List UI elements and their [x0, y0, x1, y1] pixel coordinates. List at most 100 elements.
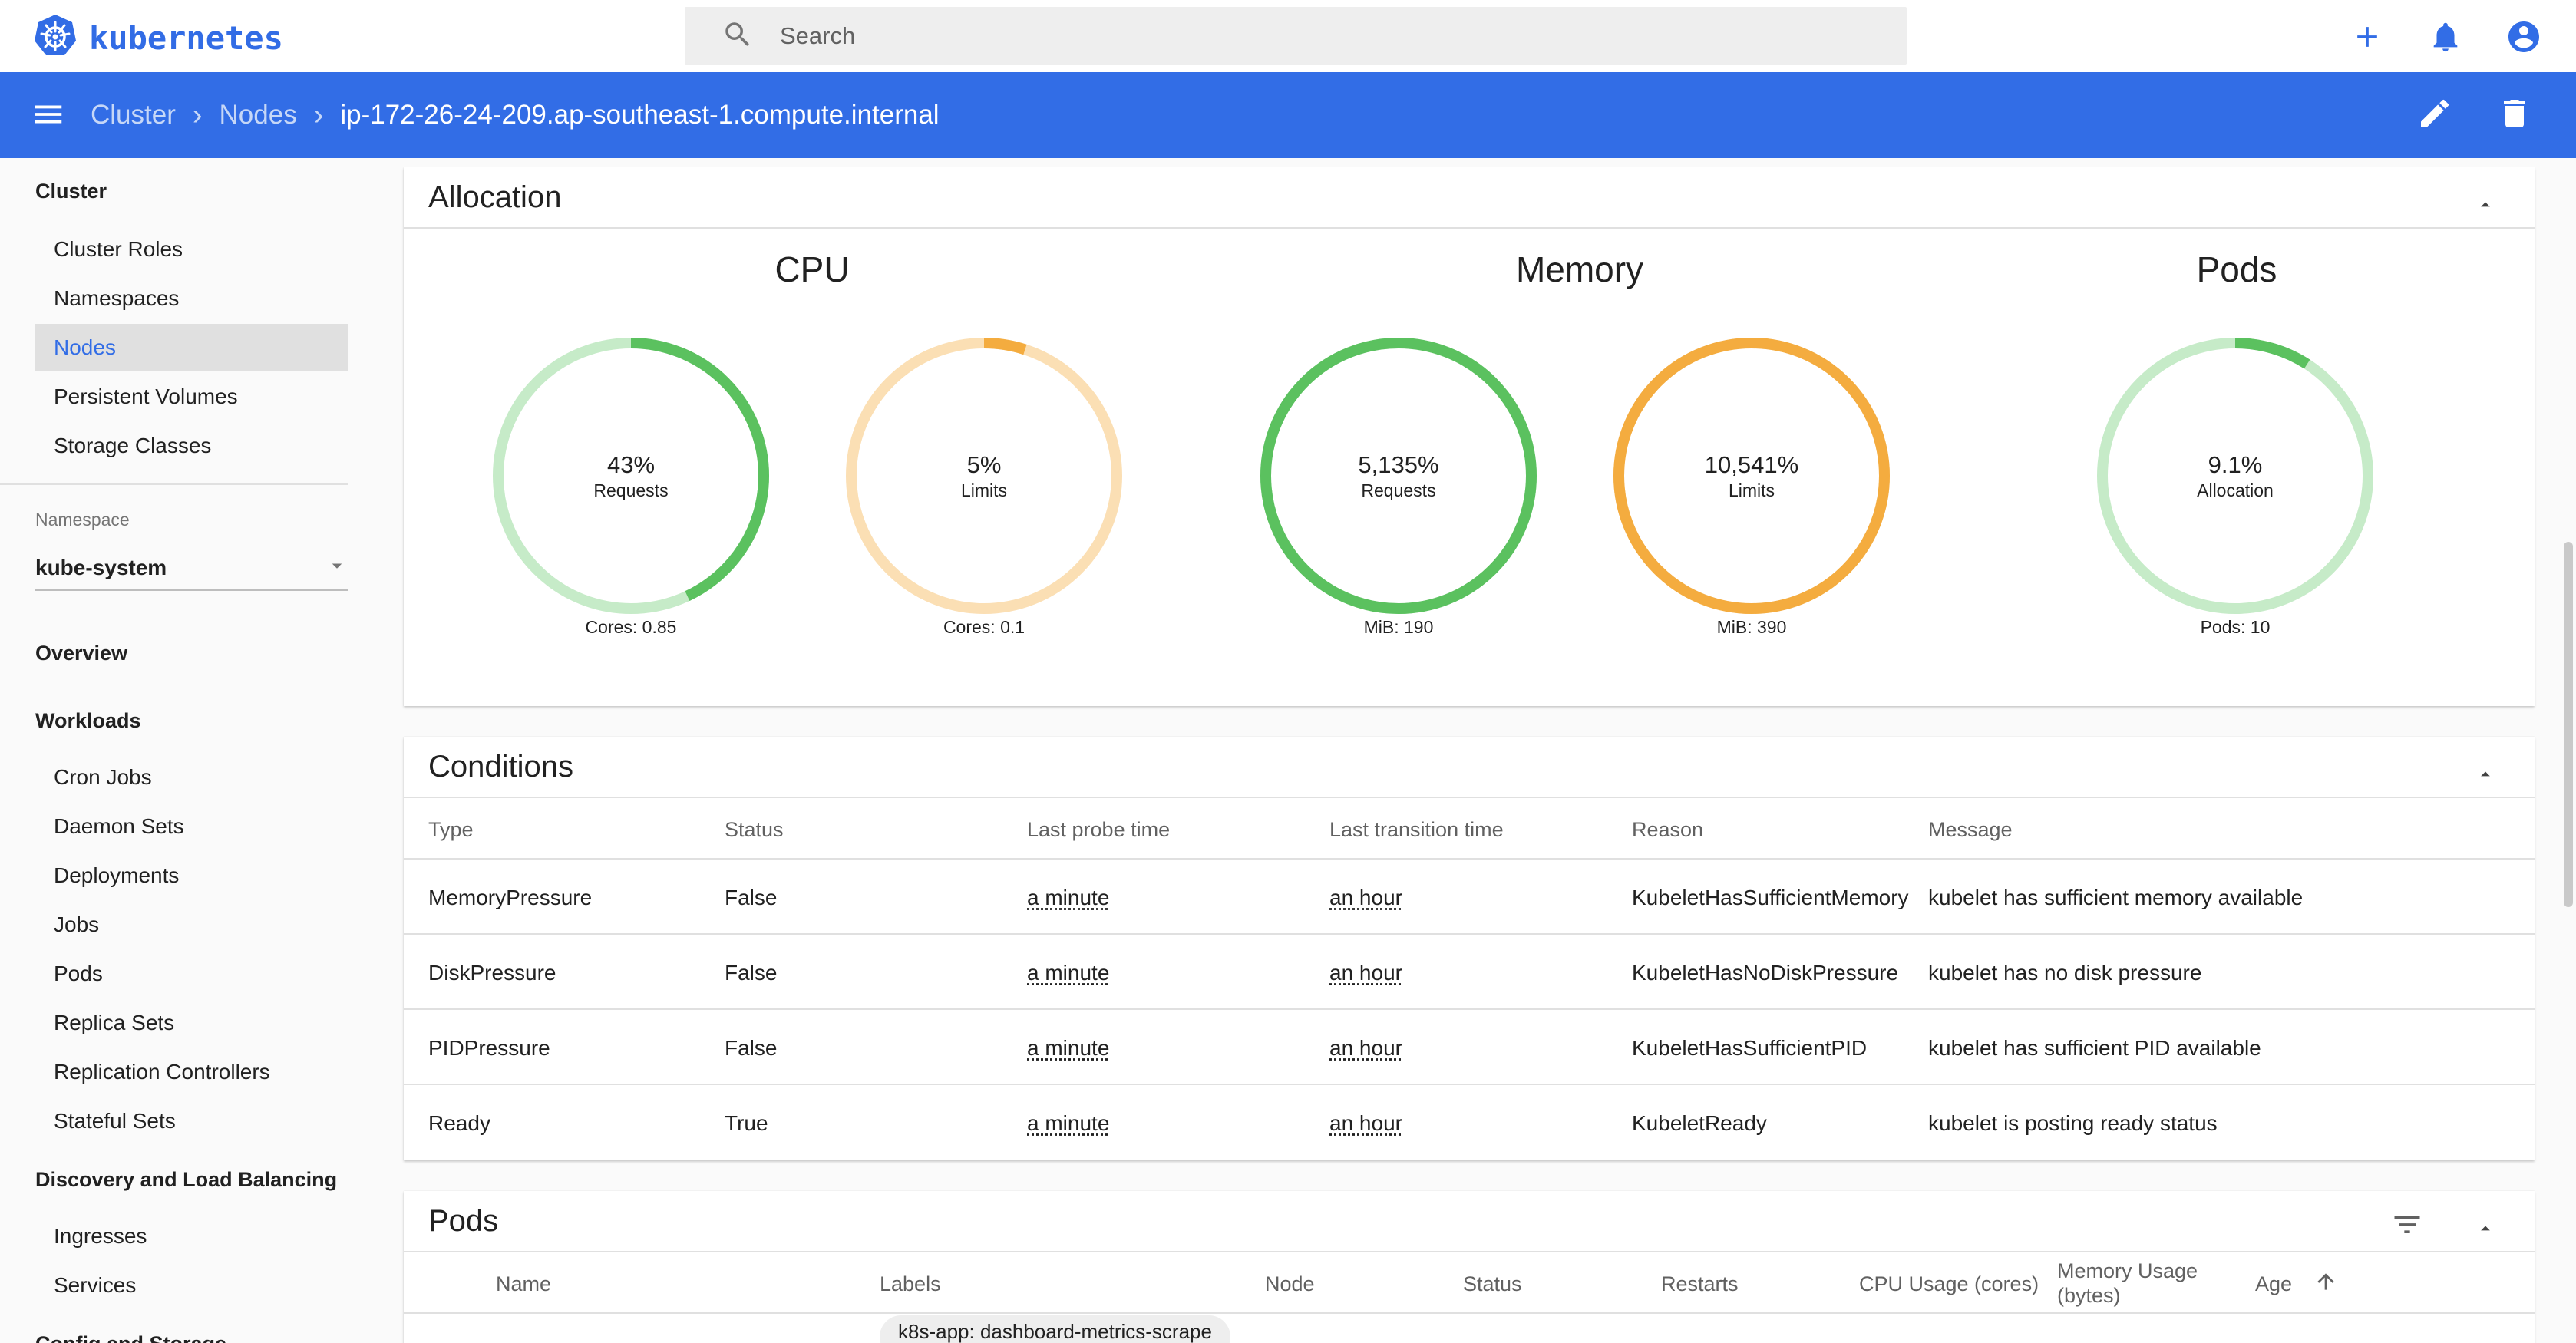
sidebar-item-services[interactable]: Services: [35, 1262, 348, 1309]
last-transition-time[interactable]: an hour: [1329, 1036, 1402, 1061]
pods-group-title: Pods: [2196, 249, 2277, 289]
gauge-value: 10,541%: [1704, 450, 1799, 478]
gauge-label: Allocation: [2197, 480, 2274, 500]
sidebar-item-ingresses[interactable]: Ingresses: [35, 1213, 348, 1260]
memory-usage-line1: Memory Usage: [2057, 1259, 2198, 1282]
brand-name: kubernetes: [89, 19, 283, 57]
last-probe-time[interactable]: a minute: [1027, 1036, 1109, 1061]
breadcrumb-bar: Cluster › Nodes › ip-172-26-24-209.ap-so…: [0, 72, 2576, 158]
search-bar[interactable]: [685, 7, 1907, 65]
last-transition-time[interactable]: an hour: [1329, 1111, 1402, 1136]
gauge-label: Requests: [593, 480, 669, 500]
conditions-header[interactable]: Conditions: [404, 737, 2535, 798]
sidebar-item-storage-classes[interactable]: Storage Classes: [35, 422, 348, 470]
table-row: MemoryPressure False a minute an hour Ku…: [404, 860, 2535, 935]
condition-type: DiskPressure: [428, 961, 556, 985]
memory-usage-line2: (bytes): [2057, 1284, 2121, 1307]
column-name[interactable]: Name: [496, 1272, 551, 1296]
pods-allocation-footer: Pods: 10: [2200, 617, 2271, 637]
chevron-up-icon[interactable]: [2475, 189, 2496, 223]
condition-type: MemoryPressure: [428, 886, 593, 909]
add-icon[interactable]: [2346, 15, 2389, 58]
sidebar-heading-cluster[interactable]: Cluster: [35, 180, 107, 203]
conditions-table-header: Type Status Last probe time Last transit…: [404, 798, 2535, 860]
gauge-value: 43%: [606, 450, 656, 478]
sidebar-item-cluster-roles[interactable]: Cluster Roles: [35, 226, 348, 273]
allocation-header[interactable]: Allocation: [404, 167, 2535, 229]
column-reason: Reason: [1632, 818, 1704, 841]
chevron-up-icon[interactable]: [2475, 1213, 2496, 1247]
sidebar-item-nodes[interactable]: Nodes: [35, 324, 348, 371]
cpu-requests-footer: Cores: 0.85: [585, 617, 677, 637]
column-restarts[interactable]: Restarts: [1661, 1272, 1739, 1296]
page-scrollbar[interactable]: [2564, 542, 2573, 907]
memory-requests-footer: MiB: 190: [1363, 617, 1434, 637]
column-status[interactable]: Status: [1463, 1272, 1522, 1296]
column-last-probe-time: Last probe time: [1027, 818, 1171, 841]
bell-icon[interactable]: [2424, 15, 2467, 58]
brand-logo[interactable]: kubernetes: [32, 13, 283, 63]
last-probe-time[interactable]: a minute: [1027, 1111, 1109, 1136]
sidebar-item-jobs[interactable]: Jobs: [35, 901, 348, 949]
search-icon: [685, 18, 754, 54]
condition-reason: KubeletHasSufficientPID: [1632, 1036, 1868, 1060]
breadcrumb-nodes[interactable]: Nodes: [220, 100, 297, 130]
sidebar-heading-config-storage[interactable]: Config and Storage: [35, 1332, 226, 1343]
pods-allocation-gauge: 9.1% Allocation: [2092, 333, 2378, 619]
sidebar-divider: [0, 483, 348, 485]
sidebar-item-overview[interactable]: Overview: [35, 642, 127, 665]
breadcrumb-current: ip-172-26-24-209.ap-southeast-1.compute.…: [340, 100, 940, 130]
table-row: k8s-app: dashboard-metrics-scrape: [404, 1314, 2535, 1343]
column-age[interactable]: Age: [2255, 1272, 2292, 1296]
sidebar-item-persistent-volumes[interactable]: Persistent Volumes: [35, 373, 348, 421]
search-input[interactable]: [780, 22, 1778, 50]
top-actions: [2346, 15, 2545, 58]
last-probe-time[interactable]: a minute: [1027, 961, 1109, 985]
gauge-label: Limits: [960, 480, 1008, 500]
condition-type: PIDPressure: [428, 1036, 550, 1060]
pods-title: Pods: [428, 1203, 499, 1238]
allocation-title: Allocation: [428, 180, 562, 214]
memory-requests-gauge: 5,135% Requests: [1256, 333, 1541, 619]
column-message: Message: [1928, 818, 2013, 841]
account-circle-icon[interactable]: [2502, 15, 2545, 58]
last-transition-time[interactable]: an hour: [1329, 886, 1402, 910]
allocation-card: Allocation CPU Memory Pods 43% Requests …: [404, 167, 2535, 706]
breadcrumb-cluster[interactable]: Cluster: [91, 100, 176, 130]
column-cpu-usage: CPU Usage (cores): [1859, 1272, 2039, 1295]
condition-message: kubelet is posting ready status: [1928, 1111, 2218, 1135]
trash-icon[interactable]: [2496, 95, 2533, 136]
sidebar-item-cron-jobs[interactable]: Cron Jobs: [35, 754, 348, 801]
filter-icon[interactable]: [2390, 1208, 2424, 1249]
gauge-label: Requests: [1361, 480, 1436, 500]
sidebar-item-daemon-sets[interactable]: Daemon Sets: [35, 803, 348, 850]
arrow-up-icon[interactable]: [2313, 1269, 2338, 1299]
breadcrumb: Cluster › Nodes › ip-172-26-24-209.ap-so…: [91, 72, 940, 158]
chevron-right-icon: ›: [192, 98, 203, 131]
sidebar-item-replica-sets[interactable]: Replica Sets: [35, 999, 348, 1047]
menu-icon[interactable]: [31, 97, 66, 136]
condition-status: False: [725, 1036, 778, 1060]
gauge-value: 9.1%: [2208, 450, 2263, 478]
sidebar-item-pods[interactable]: Pods: [35, 950, 348, 998]
cpu-group-title: CPU: [774, 249, 850, 289]
sidebar-item-namespaces[interactable]: Namespaces: [35, 275, 348, 322]
sidebar-item-replication-controllers[interactable]: Replication Controllers: [35, 1048, 348, 1096]
namespace-select[interactable]: kube-system: [35, 546, 348, 591]
column-node[interactable]: Node: [1265, 1272, 1315, 1296]
cpu-limits-gauge: 5% Limits: [841, 333, 1127, 619]
pencil-icon[interactable]: [2416, 95, 2453, 136]
last-probe-time[interactable]: a minute: [1027, 886, 1109, 910]
sidebar: Cluster Cluster Roles Namespaces Nodes P…: [0, 158, 385, 1343]
condition-reason: KubeletHasSufficientMemory: [1632, 886, 1909, 909]
sidebar-item-deployments[interactable]: Deployments: [35, 852, 348, 899]
cpu-limits-footer: Cores: 0.1: [943, 617, 1025, 637]
namespace-value: kube-system: [35, 556, 167, 579]
sidebar-heading-discovery[interactable]: Discovery and Load Balancing: [35, 1168, 337, 1192]
pods-header[interactable]: Pods: [404, 1191, 2535, 1252]
chevron-up-icon[interactable]: [2475, 758, 2496, 793]
table-row: PIDPressure False a minute an hour Kubel…: [404, 1010, 2535, 1085]
last-transition-time[interactable]: an hour: [1329, 961, 1402, 985]
sidebar-heading-workloads[interactable]: Workloads: [35, 709, 141, 733]
sidebar-item-stateful-sets[interactable]: Stateful Sets: [35, 1097, 348, 1145]
